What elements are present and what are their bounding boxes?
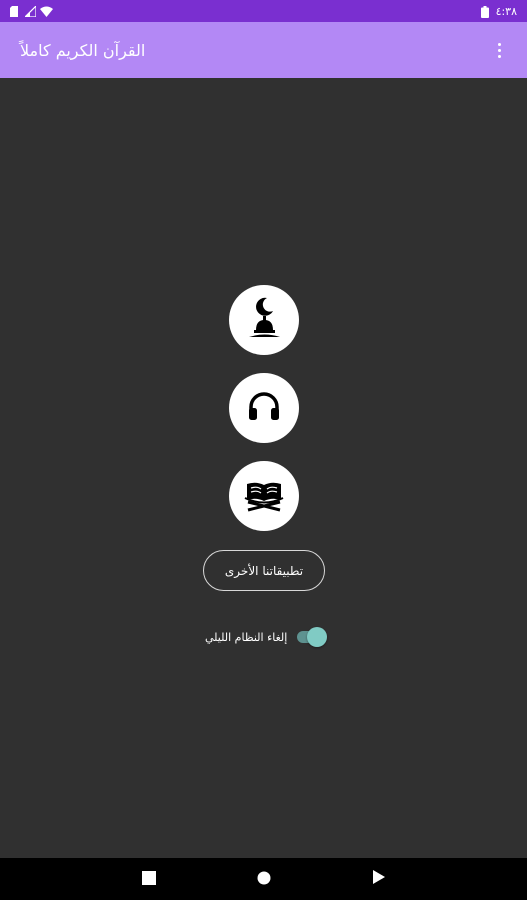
mosque-crescent-icon	[243, 296, 285, 344]
home-button[interactable]	[254, 869, 274, 889]
more-vertical-icon-dot	[497, 48, 501, 52]
headphones-icon	[247, 391, 281, 425]
prayer-button[interactable]	[229, 285, 299, 355]
quran-book-icon	[242, 476, 286, 516]
other-apps-button[interactable]: تطبيقاتنا الأخرى	[203, 550, 325, 591]
signal-icon	[23, 4, 37, 18]
back-button[interactable]	[369, 869, 389, 889]
status-right: ٤:٣٨	[480, 4, 517, 18]
night-mode-row: إلغاء النظام الليلي	[205, 627, 328, 647]
wifi-icon	[40, 6, 53, 17]
home-circle-icon	[257, 870, 271, 889]
other-apps-label: تطبيقاتنا الأخرى	[224, 563, 304, 578]
more-vertical-icon	[497, 42, 501, 46]
back-triangle-icon	[372, 869, 386, 889]
status-icons	[10, 4, 53, 18]
night-mode-toggle[interactable]	[297, 627, 328, 647]
sim-icon	[10, 6, 20, 17]
more-options-button[interactable]	[487, 38, 511, 62]
listen-button[interactable]	[229, 373, 299, 443]
status-time: ٤:٣٨	[495, 4, 517, 18]
navigation-bar	[0, 858, 527, 900]
status-bar: ٤:٣٨	[0, 0, 527, 22]
toggle-thumb	[307, 627, 328, 647]
app-bar: القرآن الكريم كاملاً	[0, 22, 527, 78]
app-title: القرآن الكريم كاملاً	[20, 40, 146, 60]
read-quran-button[interactable]	[229, 461, 299, 531]
battery-icon	[480, 6, 491, 18]
recents-square-icon	[141, 870, 156, 889]
more-vertical-icon-dot	[497, 54, 501, 58]
main-content: تطبيقاتنا الأخرى إلغاء النظام الليلي	[0, 78, 527, 858]
night-mode-label: إلغاء النظام الليلي	[205, 630, 288, 644]
recents-button[interactable]	[139, 869, 159, 889]
